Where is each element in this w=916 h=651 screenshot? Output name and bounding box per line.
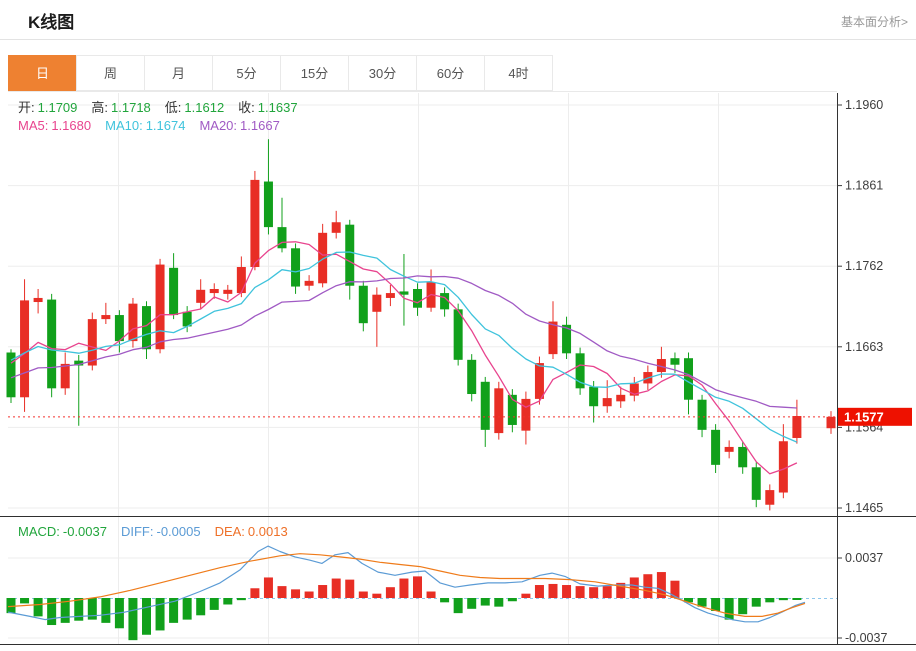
- axis-labels-layer: 1.19601.18611.17621.16631.15641.14650.00…: [837, 98, 887, 645]
- timeframe-tab-5[interactable]: 30分: [348, 55, 417, 91]
- svg-text:1.1577: 1.1577: [844, 409, 884, 424]
- kline-chart[interactable]: 1.19601.18611.17621.16631.15641.14650.00…: [0, 93, 916, 651]
- svg-text:0.0037: 0.0037: [845, 551, 883, 565]
- svg-text:1.1762: 1.1762: [845, 259, 883, 273]
- fundamental-analysis-link[interactable]: 基本面分析>: [841, 13, 908, 30]
- grid-layer: [8, 93, 837, 645]
- svg-text:1.1465: 1.1465: [845, 501, 883, 515]
- tabbar-underline: [8, 91, 837, 92]
- current-price-tag: 1.1577: [838, 408, 912, 426]
- timeframe-tab-4[interactable]: 15分: [280, 55, 349, 91]
- page-title: K线图: [28, 8, 74, 33]
- timeframe-tab-0[interactable]: 日: [8, 55, 77, 91]
- ma-lines-layer: [11, 242, 797, 474]
- timeframe-tab-7[interactable]: 4时: [484, 55, 553, 91]
- page-header: K线图 基本面分析>: [0, 0, 916, 40]
- timeframe-tabbar: 日周月5分15分30分60分4时: [8, 55, 553, 91]
- svg-text:-0.0037: -0.0037: [845, 631, 887, 645]
- macd-histogram-layer: [7, 572, 802, 640]
- timeframe-tab-3[interactable]: 5分: [212, 55, 281, 91]
- timeframe-tab-2[interactable]: 月: [144, 55, 213, 91]
- svg-text:1.1663: 1.1663: [845, 340, 883, 354]
- candles-layer: [7, 139, 836, 510]
- svg-text:1.1960: 1.1960: [845, 98, 883, 112]
- svg-text:1.1861: 1.1861: [845, 179, 883, 193]
- timeframe-tab-6[interactable]: 60分: [416, 55, 485, 91]
- timeframe-tab-1[interactable]: 周: [76, 55, 145, 91]
